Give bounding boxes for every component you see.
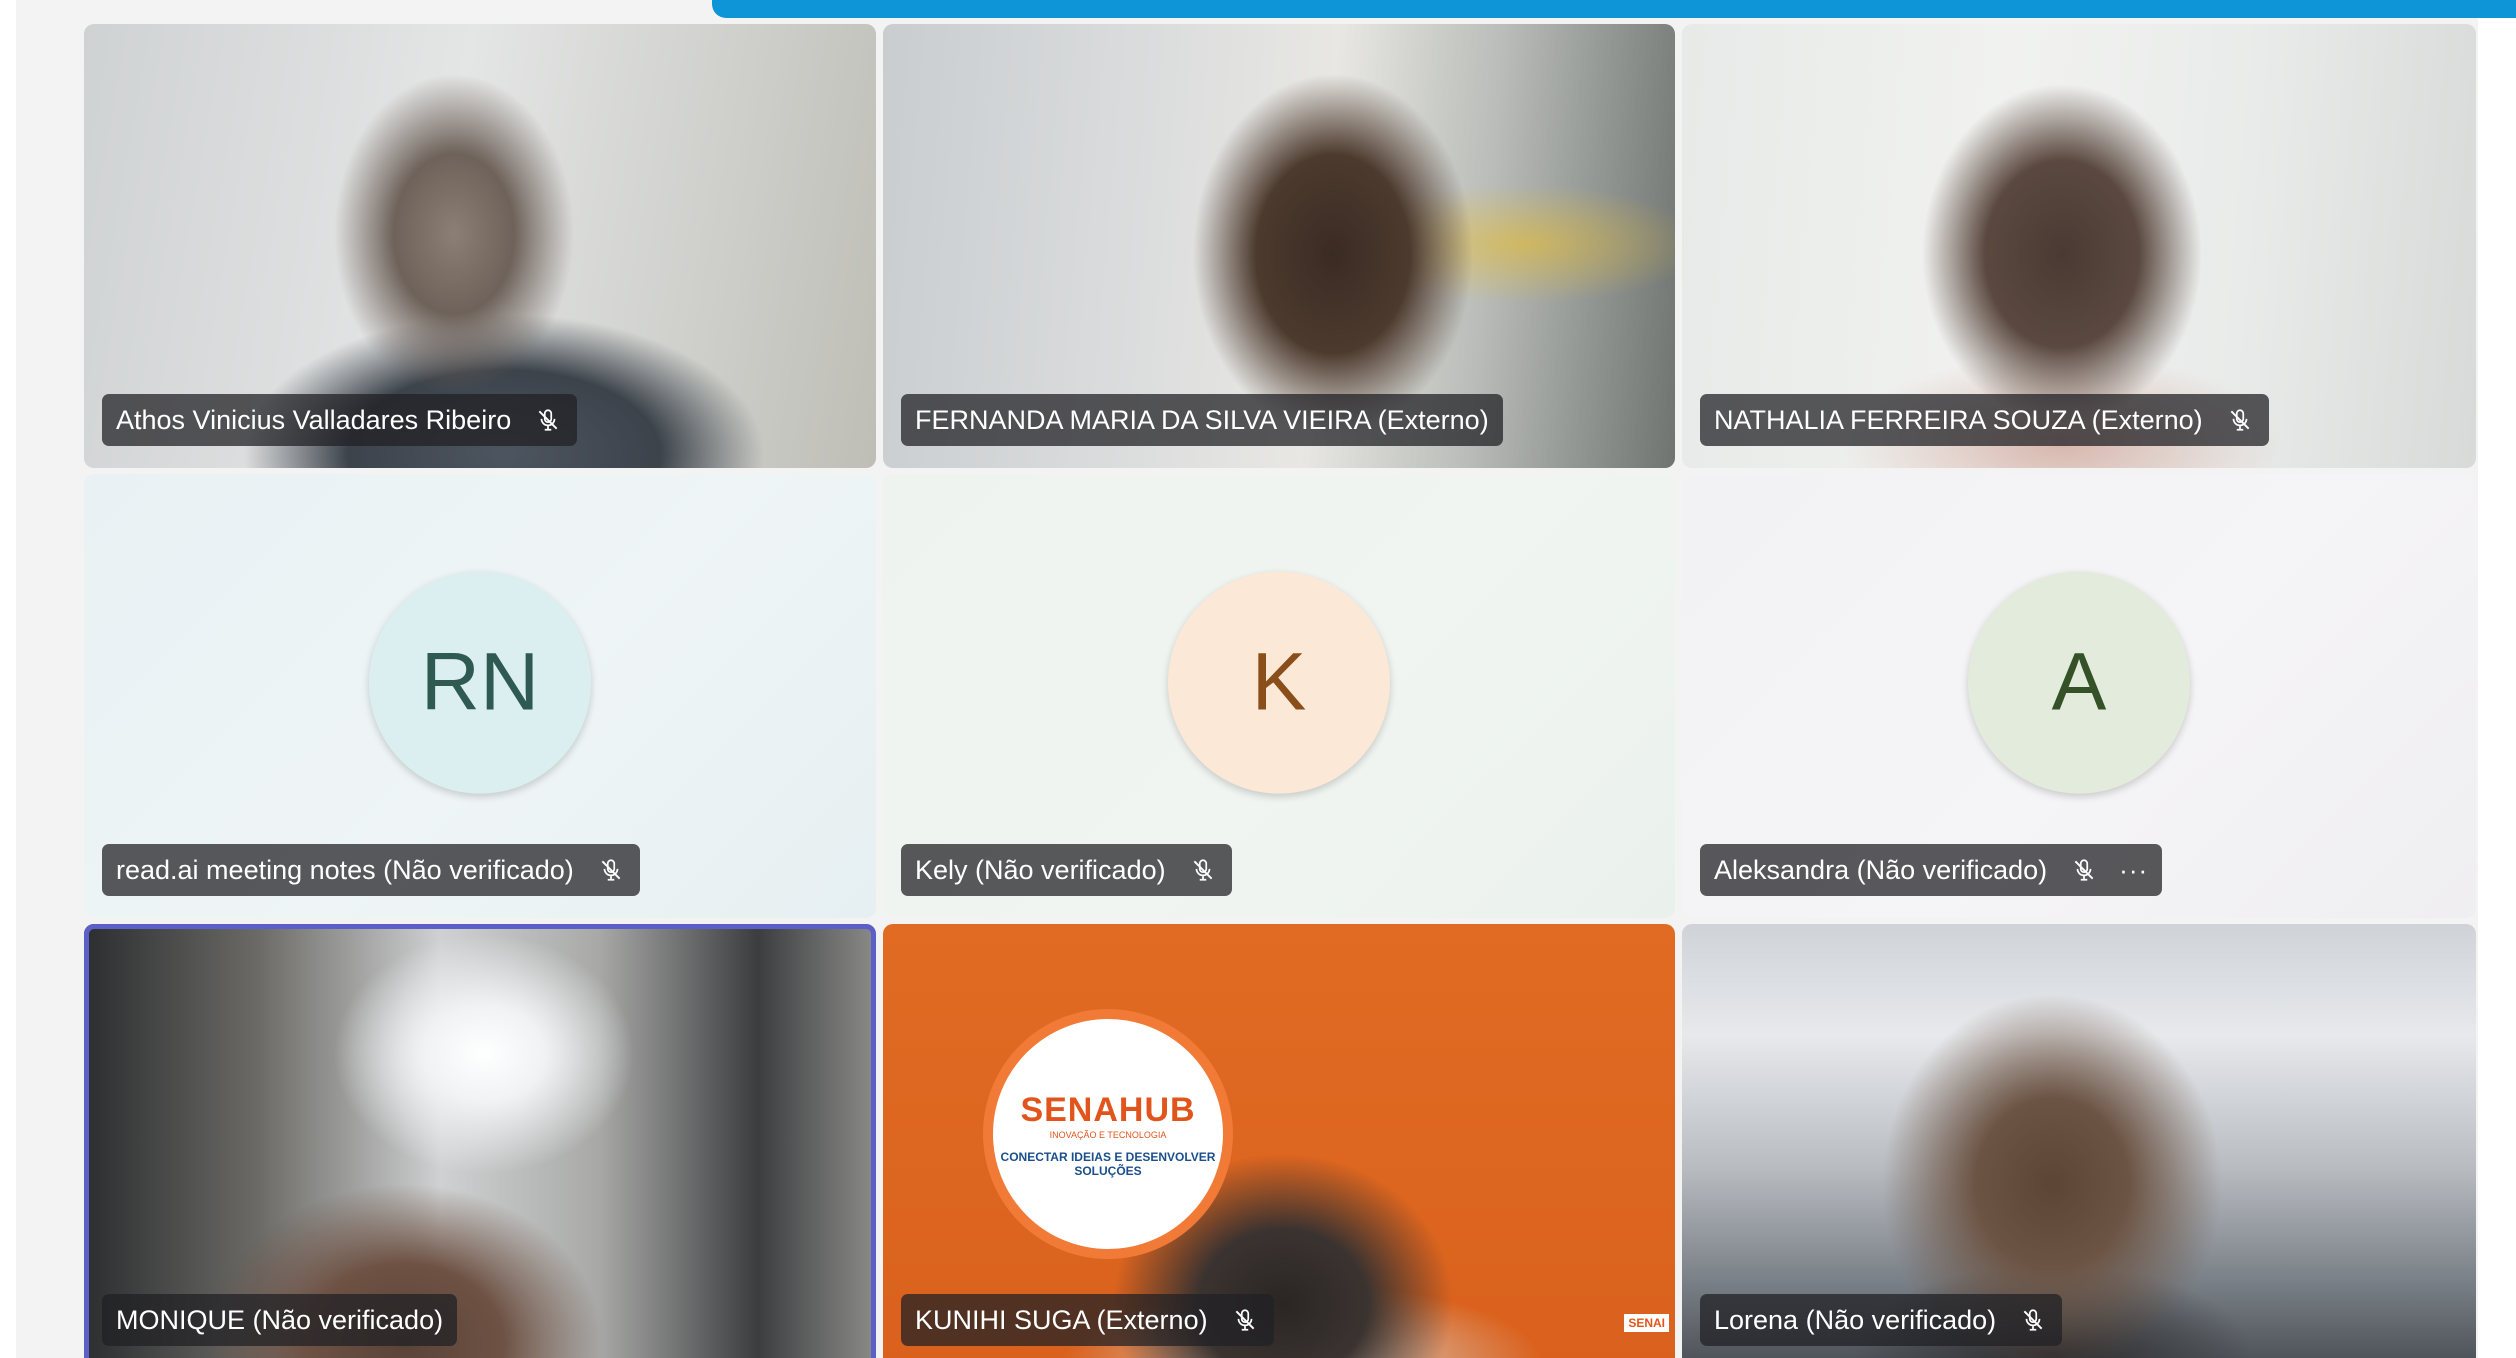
participant-nameplate: FERNANDA MARIA DA SILVA VIEIRA (Externo): [901, 394, 1503, 446]
avatar: RN: [369, 571, 591, 794]
participant-grid: Athos Vinicius Valladares Ribeiro FERNAN…: [84, 24, 2480, 1358]
participant-nameplate: MONIQUE (Não verificado): [102, 1294, 458, 1346]
logo-tagline: CONECTAR IDEIAS E DESENVOLVER SOLUÇÕES: [1000, 1149, 1216, 1178]
mic-off-icon: [1188, 855, 1218, 885]
participant-name: Kely (Não verificado): [915, 854, 1166, 885]
participant-tile-fernanda[interactable]: FERNANDA MARIA DA SILVA VIEIRA (Externo): [883, 24, 1675, 468]
participant-tile-kunihi[interactable]: SENAHUB INOVAÇÃO E TECNOLOGIA CONECTAR I…: [883, 924, 1675, 1358]
mic-off-icon: [2018, 1305, 2048, 1335]
logo-brand: SENAHUB: [1020, 1090, 1196, 1129]
participant-nameplate: Lorena (Não verificado): [1700, 1294, 2063, 1346]
participant-nameplate: NATHALIA FERREIRA SOUZA (Externo): [1700, 394, 2269, 446]
participant-tile-athos[interactable]: Athos Vinicius Valladares Ribeiro: [84, 24, 876, 468]
senai-corner-mark: SENAI: [1624, 1314, 1669, 1332]
senahub-logo: SENAHUB INOVAÇÃO E TECNOLOGIA CONECTAR I…: [983, 1009, 1233, 1259]
participant-tile-kely[interactable]: K Kely (Não verificado): [883, 474, 1675, 918]
participant-tile-lorena[interactable]: Lorena (Não verificado): [1682, 924, 2476, 1358]
mic-off-icon: [2225, 405, 2255, 435]
participant-name: Athos Vinicius Valladares Ribeiro: [116, 404, 512, 435]
more-options-icon[interactable]: ···: [2119, 857, 2148, 883]
participant-nameplate: Athos Vinicius Valladares Ribeiro: [102, 394, 578, 446]
participant-nameplate: Aleksandra (Não verificado) ···: [1700, 844, 2163, 896]
participant-name: FERNANDA MARIA DA SILVA VIEIRA (Externo): [915, 404, 1489, 435]
top-accent-bar: [712, 0, 2516, 18]
participant-nameplate: read.ai meeting notes (Não verificado): [102, 844, 640, 896]
mic-off-icon: [2069, 855, 2099, 885]
avatar: A: [1968, 571, 2190, 794]
meeting-window: Athos Vinicius Valladares Ribeiro FERNAN…: [0, 0, 2516, 1358]
participant-nameplate: Kely (Não verificado): [901, 844, 1232, 896]
participant-tile-aleksandra[interactable]: A Aleksandra (Não verificado) ···: [1682, 474, 2476, 918]
participant-name: Lorena (Não verificado): [1714, 1304, 1997, 1335]
mic-off-icon: [596, 855, 626, 885]
participant-tile-nathalia[interactable]: NATHALIA FERREIRA SOUZA (Externo): [1682, 24, 2476, 468]
logo-subtitle: INOVAÇÃO E TECNOLOGIA: [1049, 1129, 1167, 1140]
participant-name: read.ai meeting notes (Não verificado): [116, 854, 574, 885]
avatar: K: [1168, 571, 1390, 794]
mic-off-icon: [533, 405, 563, 435]
participant-nameplate: KUNIHI SUGA (Externo): [901, 1294, 1274, 1346]
participant-name: Aleksandra (Não verificado): [1714, 854, 2048, 885]
participant-name: MONIQUE (Não verificado): [116, 1304, 444, 1335]
participant-name: KUNIHI SUGA (Externo): [915, 1304, 1208, 1335]
participant-tile-readai[interactable]: RN read.ai meeting notes (Não verificado…: [84, 474, 876, 918]
right-margin: [2478, 0, 2516, 1358]
left-margin: [0, 0, 16, 1358]
participant-tile-monique[interactable]: MONIQUE (Não verificado): [84, 924, 876, 1358]
participant-name: NATHALIA FERREIRA SOUZA (Externo): [1714, 404, 2203, 435]
mic-off-icon: [1230, 1305, 1260, 1335]
